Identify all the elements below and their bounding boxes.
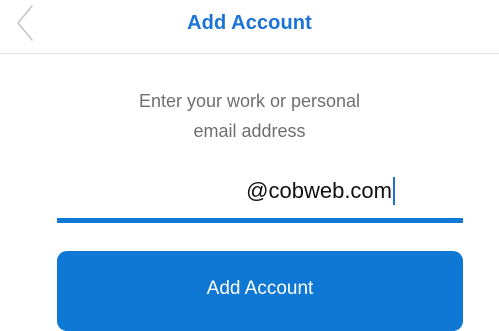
email-field[interactable]: @cobweb.com — [57, 170, 463, 212]
email-value: @cobweb.com — [246, 178, 392, 203]
add-account-button[interactable]: Add Account — [57, 251, 463, 331]
text-cursor — [393, 177, 395, 205]
email-field-underline — [57, 218, 463, 223]
email-value-wrapper: @cobweb.com — [246, 177, 395, 205]
add-account-button-label: Add Account — [206, 278, 314, 299]
instructions-line-2: email address — [193, 121, 306, 141]
instructions-text: Enter your work or personal email addres… — [0, 86, 499, 146]
navigation-bar: Add Account — [0, 0, 499, 54]
page-title: Add Account — [187, 12, 312, 34]
instructions-line-1: Enter your work or personal — [138, 91, 361, 111]
